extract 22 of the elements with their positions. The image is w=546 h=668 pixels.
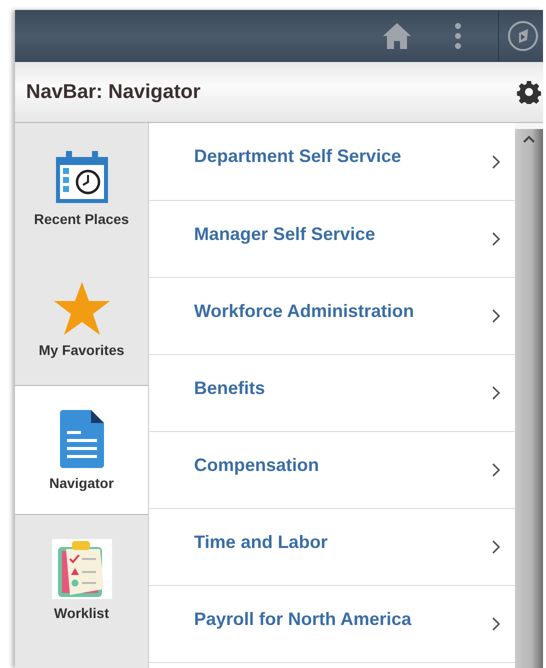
star-icon — [52, 280, 112, 336]
compass-icon[interactable] — [507, 20, 539, 52]
scrollbar[interactable] — [515, 123, 543, 668]
settings-icon[interactable] — [517, 80, 541, 104]
chevron-right-icon — [492, 463, 501, 477]
chevron-right-icon — [492, 540, 501, 554]
panel-title: NavBar: Navigator — [26, 80, 201, 104]
sidebar-tab[interactable]: Navigator — [15, 385, 148, 515]
clipboard-checklist-icon — [52, 539, 112, 599]
more-options-icon[interactable] — [454, 22, 462, 50]
scroll-up-icon[interactable] — [523, 135, 535, 143]
chevron-right-icon — [492, 386, 501, 400]
sidebar-tab[interactable]: My Favorites — [15, 254, 148, 385]
chevron-right-icon — [492, 617, 501, 631]
home-icon[interactable] — [382, 22, 412, 50]
chevron-right-icon — [492, 232, 501, 246]
chevron-right-icon — [492, 309, 501, 323]
chevron-right-icon — [492, 154, 501, 168]
sidebar-tab[interactable]: Recent Places — [15, 123, 148, 254]
calendar-clock-icon — [54, 149, 110, 205]
sidebar-tab[interactable]: Worklist — [15, 515, 148, 646]
document-icon — [58, 409, 104, 469]
